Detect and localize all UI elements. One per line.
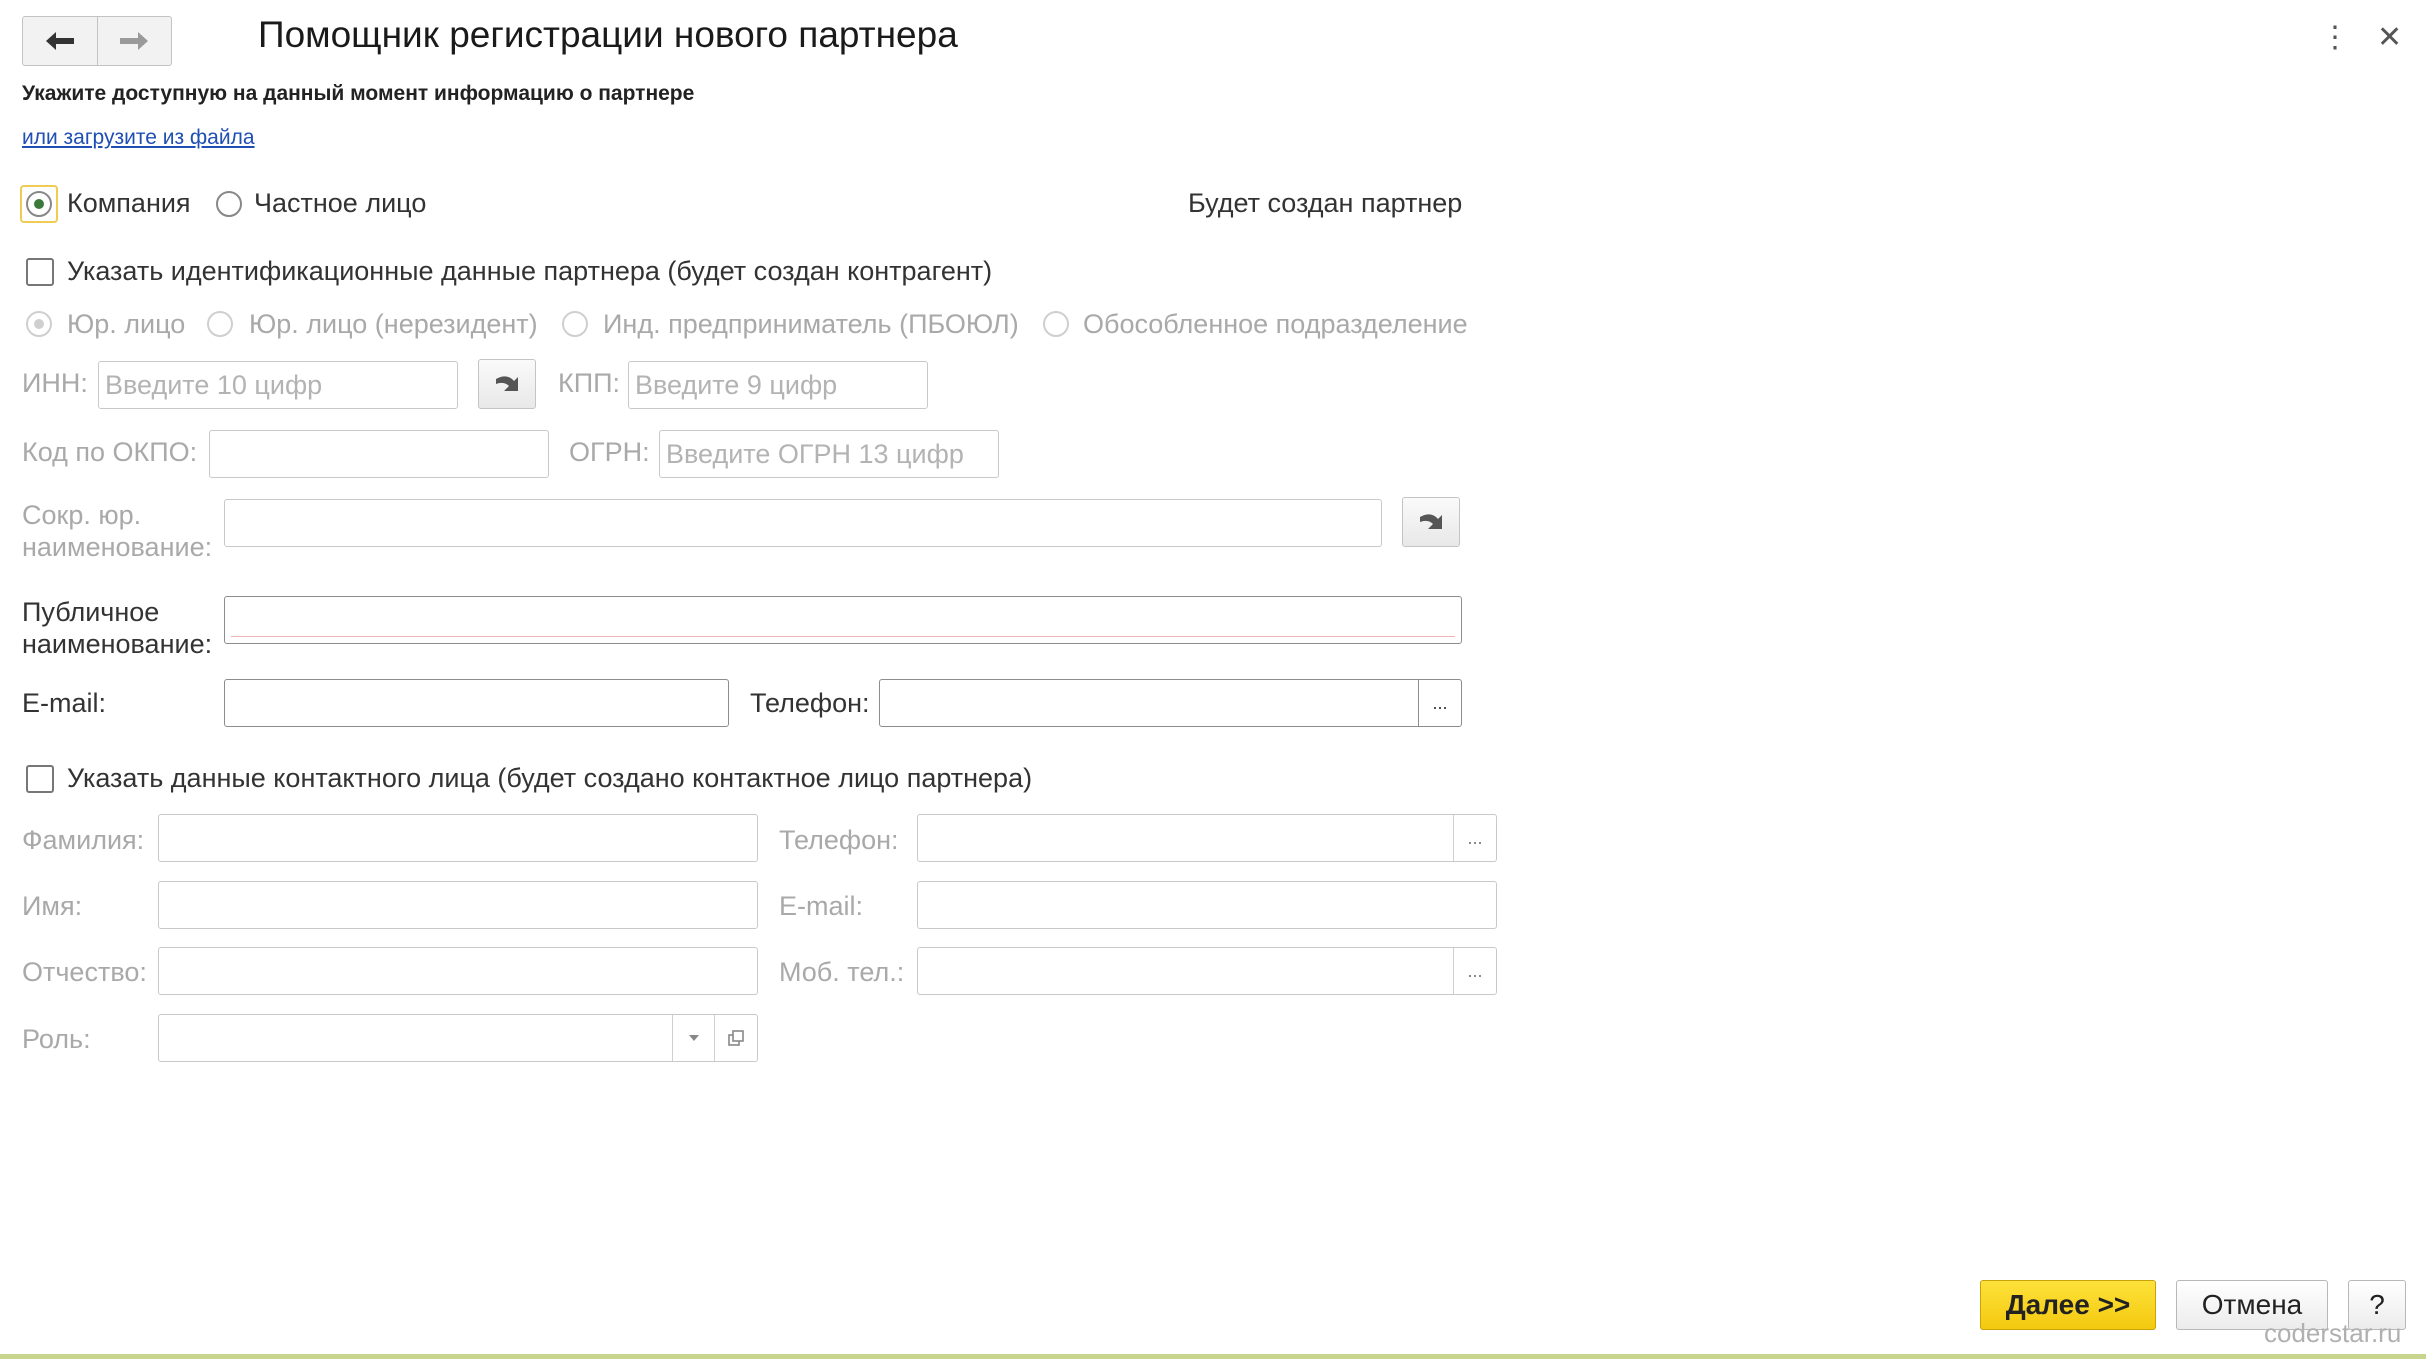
identification-checkbox-label[interactable]: Указать идентификационные данные партнер…	[67, 256, 992, 287]
arrow-right-icon	[120, 32, 149, 50]
surname-label: Фамилия:	[22, 825, 145, 855]
ogrn-label: ОГРН:	[569, 437, 650, 467]
radio-legal-entity[interactable]	[26, 311, 52, 337]
phone-field[interactable]: ...	[879, 679, 1462, 727]
role-label: Роль:	[22, 1024, 91, 1054]
more-menu-icon[interactable]: ⋮	[2320, 20, 2350, 55]
short-name-label-line1: Сокр. юр.	[22, 500, 142, 530]
public-name-label-line2: наименование:	[22, 629, 213, 659]
contact-person-checkbox-label[interactable]: Указать данные контактного лица (будет с…	[67, 763, 1032, 794]
open-window-icon	[728, 1030, 744, 1046]
radio-separate-division-label[interactable]: Обособленное подразделение	[1083, 309, 1468, 340]
inn-placeholder: Введите 10 цифр	[105, 370, 323, 400]
identification-checkbox[interactable]	[26, 258, 54, 286]
required-underline	[231, 636, 1455, 637]
ogrn-field[interactable]: Введите ОГРН 13 цифр	[659, 430, 999, 478]
email-label: E-mail:	[22, 688, 107, 718]
bottom-divider	[0, 1354, 2426, 1359]
email-field[interactable]	[224, 679, 729, 727]
contact-phone-label: Телефон:	[779, 825, 899, 855]
role-select[interactable]	[158, 1014, 758, 1062]
inn-label: ИНН:	[22, 368, 88, 398]
chevron-down-icon	[689, 1035, 699, 1041]
close-icon[interactable]: ✕	[2377, 20, 2402, 55]
kpp-placeholder: Введите 9 цифр	[635, 370, 838, 400]
okpo-label: Код по ОКПО:	[22, 437, 198, 467]
kpp-label: КПП:	[558, 368, 621, 398]
radio-company-label[interactable]: Компания	[67, 188, 191, 219]
kpp-field[interactable]: Введите 9 цифр	[628, 361, 928, 409]
radio-legal-entity-label[interactable]: Юр. лицо	[67, 309, 185, 340]
short-name-field[interactable]	[224, 499, 1382, 547]
instructions-text: Укажите доступную на данный момент инфор…	[22, 82, 695, 105]
arrow-left-icon	[45, 32, 74, 50]
load-from-file-link[interactable]: или загрузите из файла	[22, 126, 255, 150]
next-button[interactable]: Далее >>	[1980, 1280, 2156, 1330]
page-title: Помощник регистрации нового партнера	[258, 14, 958, 55]
patronymic-label: Отчество:	[22, 957, 147, 987]
radio-individual-entrepreneur[interactable]	[562, 311, 588, 337]
radio-private-person-label[interactable]: Частное лицо	[254, 188, 426, 219]
contact-email-field[interactable]	[917, 881, 1497, 929]
mobile-phone-field[interactable]: ...	[917, 947, 1497, 995]
first-name-field[interactable]	[158, 881, 758, 929]
fill-arrow-icon	[1420, 514, 1442, 529]
public-name-field[interactable]	[224, 596, 1462, 644]
short-name-label-line2: наименование:	[22, 532, 213, 562]
partner-status-text: Будет создан партнер	[1188, 188, 1463, 218]
radio-private-person[interactable]	[216, 191, 242, 217]
first-name-label: Имя:	[22, 891, 83, 921]
contact-person-checkbox[interactable]	[26, 765, 54, 793]
mobile-phone-label: Моб. тел.:	[779, 957, 905, 987]
radio-legal-entity-nonresident[interactable]	[207, 311, 233, 337]
contact-email-label: E-mail:	[779, 891, 864, 921]
ogrn-placeholder: Введите ОГРН 13 цифр	[666, 439, 964, 469]
fill-by-inn-button[interactable]	[478, 359, 536, 409]
public-name-label-line1: Публичное	[22, 597, 160, 627]
fill-arrow-icon	[496, 376, 518, 391]
contact-phone-field[interactable]: ...	[917, 814, 1497, 862]
watermark-text: coderstar.ru	[2264, 1318, 2402, 1348]
radio-legal-entity-nonresident-label[interactable]: Юр. лицо (нерезидент)	[249, 309, 538, 340]
radio-individual-entrepreneur-label[interactable]: Инд. предприниматель (ПБОЮЛ)	[603, 309, 1019, 340]
contact-phone-select-button[interactable]: ...	[1453, 815, 1496, 861]
okpo-field[interactable]	[209, 430, 549, 478]
navigation-buttons	[22, 16, 172, 66]
surname-field[interactable]	[158, 814, 758, 862]
back-button[interactable]	[23, 17, 97, 65]
patronymic-field[interactable]	[158, 947, 758, 995]
radio-separate-division[interactable]	[1043, 311, 1069, 337]
phone-select-button[interactable]: ...	[1418, 680, 1461, 726]
phone-label: Телефон:	[750, 688, 870, 718]
inn-field[interactable]: Введите 10 цифр	[98, 361, 458, 409]
forward-button[interactable]	[96, 17, 172, 65]
role-open-button[interactable]	[714, 1015, 757, 1061]
fill-by-name-button[interactable]	[1402, 497, 1460, 547]
role-dropdown-button[interactable]	[672, 1015, 715, 1061]
mobile-phone-select-button[interactable]: ...	[1453, 948, 1496, 994]
radio-company[interactable]	[26, 191, 52, 217]
